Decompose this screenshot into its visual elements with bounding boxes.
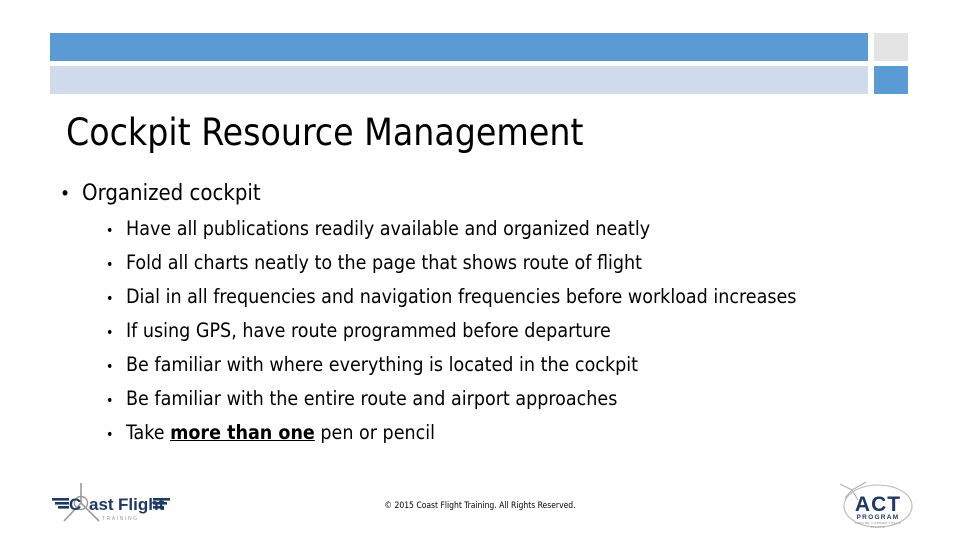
bullet-marker-icon: • (106, 223, 114, 239)
slide-canvas: Cockpit Resource Management • Organized … (0, 0, 960, 540)
bullet-marker-icon: • (106, 257, 114, 273)
list-item-label: Take more than one pen or pencil (126, 417, 910, 448)
header-bar-secondary (50, 66, 868, 94)
bullet-level1-label: Organized cockpit (82, 181, 261, 206)
left-wing-icon (52, 498, 69, 509)
coast-flight-training-logo: C ast Flight TRAINING (50, 481, 180, 527)
bullet-marker-icon: • (106, 291, 114, 307)
slide-body: • Organized cockpit • Have all publicati… (60, 178, 910, 451)
logo-word-ast: ast (89, 495, 114, 514)
list-item-emphasis: more than one (170, 421, 315, 444)
act-program-logo: ACT PROGRAM AIRLINE CAREER TRACK PILOTS (832, 476, 924, 530)
list-item-prefix: Take (126, 421, 171, 444)
list-item-label: Be familiar with where everything is loc… (126, 353, 638, 376)
list-item: • Be familiar with the entire route and … (60, 383, 910, 417)
list-item: • Fold all charts neatly to the page tha… (60, 247, 910, 281)
list-item-emphasized: • Take more than one pen or pencil (60, 417, 910, 451)
bullet-marker-icon: • (106, 393, 114, 409)
list-item-label: Dial in all frequencies and navigation f… (126, 285, 797, 308)
list-item-label: Be familiar with the entire route and ai… (126, 387, 618, 410)
bullet-marker-icon: • (60, 183, 71, 205)
coast-flight-logo-graphic: C ast Flight TRAINING (52, 483, 170, 522)
list-item-label: Fold all charts neatly to the page that … (126, 251, 643, 274)
list-item: • Be familiar with where everything is l… (60, 349, 910, 383)
list-item: • Have all publications readily availabl… (60, 213, 910, 247)
bullet-marker-icon: • (106, 359, 114, 375)
act-program-logo-graphic: ACT PROGRAM AIRLINE CAREER TRACK PILOTS (839, 481, 913, 529)
list-item-label: Have all publications readily available … (126, 217, 651, 240)
bullet-marker-icon: • (106, 325, 114, 341)
logo-word-c: C (69, 495, 81, 514)
bullet-level1: • Organized cockpit (60, 178, 910, 210)
page-title: Cockpit Resource Management (66, 111, 584, 154)
act-subtitle: PROGRAM (856, 514, 899, 521)
logo-tagline: TRAINING (102, 516, 139, 522)
logo-word-flight: Flight (118, 495, 165, 514)
list-item: • Dial in all frequencies and navigation… (60, 281, 910, 315)
list-item-label: If using GPS, have route programmed befo… (126, 319, 611, 342)
act-fineprint-line2: PILOTS (871, 525, 885, 529)
header-block-gray (874, 33, 908, 61)
bullet-marker-icon: • (106, 427, 114, 443)
list-item-suffix: pen or pencil (314, 421, 436, 444)
header-bar-primary (50, 33, 868, 61)
act-acronym: ACT (855, 493, 901, 516)
list-item: • If using GPS, have route programmed be… (60, 315, 910, 349)
bullet-sublist: • Have all publications readily availabl… (60, 213, 910, 451)
header-block-blue (874, 66, 908, 94)
